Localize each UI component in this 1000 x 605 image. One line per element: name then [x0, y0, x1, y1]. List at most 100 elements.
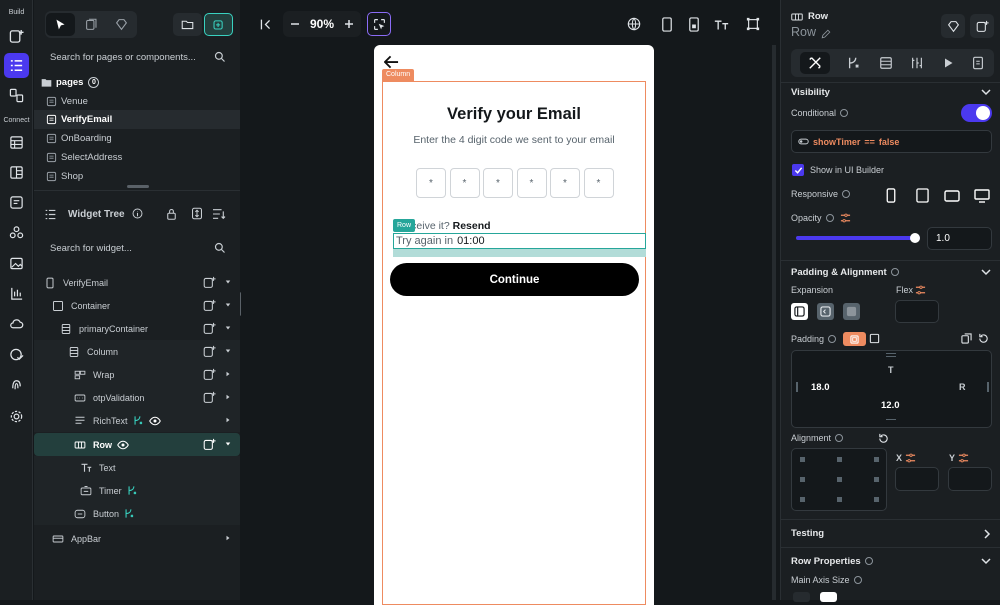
add-widget-icon[interactable] — [4, 24, 29, 49]
row-selected[interactable]: Try again in 01:00 — [393, 233, 646, 249]
lock-icon[interactable] — [166, 208, 177, 220]
widget-search-input[interactable]: Search for widget... — [41, 237, 234, 259]
alignment-y-input[interactable] — [948, 467, 992, 491]
padding-left-value[interactable]: 18.0 — [811, 382, 830, 393]
phone-preview-icon[interactable] — [655, 12, 679, 36]
canvas-scrollbar[interactable] — [772, 45, 776, 600]
documentation-tab-icon[interactable] — [971, 56, 985, 70]
add-child-icon[interactable] — [203, 368, 216, 381]
otp-digit-4[interactable]: * — [516, 168, 547, 198]
generate-children-tab-icon[interactable] — [910, 56, 924, 70]
tree-node-wrap[interactable]: Wrap — [34, 363, 240, 386]
zoom-level[interactable]: 90% — [310, 17, 334, 31]
padding-right-handle[interactable] — [987, 382, 989, 392]
otp-digit-2[interactable]: * — [449, 168, 480, 198]
storyboard-icon[interactable] — [4, 83, 29, 108]
add-page-icon[interactable] — [204, 13, 233, 36]
info-icon[interactable] — [835, 434, 844, 442]
zoom-out-icon[interactable] — [290, 19, 300, 29]
add-child-icon[interactable] — [203, 391, 216, 404]
main-axis-min-icon[interactable] — [793, 592, 810, 602]
tree-node-primarycontainer[interactable]: primaryContainer — [34, 317, 240, 340]
variable-binding-icon[interactable] — [915, 285, 926, 295]
conditional-toggle[interactable] — [961, 104, 992, 122]
add-child-icon[interactable] — [203, 276, 216, 289]
expansion-flexible-icon[interactable] — [817, 303, 834, 320]
resend-link[interactable]: Resend — [453, 220, 491, 232]
fingerprint-icon[interactable] — [4, 372, 29, 397]
tree-node-timer[interactable]: Timer — [34, 479, 240, 502]
reset-icon[interactable] — [878, 433, 889, 444]
info-icon[interactable] — [828, 335, 837, 343]
eye-icon[interactable] — [117, 440, 129, 450]
diamond-icon[interactable] — [107, 13, 136, 36]
chevron-down-icon[interactable] — [225, 441, 231, 447]
chevron-right-icon[interactable] — [225, 394, 231, 400]
tablet-landscape-icon[interactable] — [944, 190, 960, 202]
variable-binding-icon[interactable] — [905, 453, 916, 463]
flex-input[interactable] — [895, 300, 939, 323]
text-scale-icon[interactable] — [709, 12, 733, 36]
padding-all-sides-icon[interactable] — [843, 332, 866, 346]
chevron-down-icon[interactable] — [981, 269, 991, 276]
opacity-slider-knob[interactable] — [910, 233, 920, 243]
chevron-down-icon[interactable] — [225, 302, 231, 308]
widget-name[interactable]: Row — [791, 25, 816, 39]
padding-right-value[interactable]: R — [959, 382, 966, 392]
page-item-venue[interactable]: Venue — [34, 92, 240, 111]
gear-icon[interactable] — [4, 404, 29, 429]
chevron-right-icon[interactable] — [984, 529, 991, 539]
chevron-right-icon[interactable] — [225, 417, 231, 423]
padding-uniform-icon[interactable] — [869, 333, 880, 344]
otp-digit-5[interactable]: * — [550, 168, 580, 198]
diamond-icon[interactable] — [941, 14, 965, 38]
tree-node-otpvalidation[interactable]: otpValidation — [34, 386, 240, 409]
alignment-x-input[interactable] — [895, 467, 939, 491]
main-axis-max-icon[interactable] — [820, 592, 837, 602]
info-icon[interactable] — [842, 190, 851, 198]
continue-button[interactable]: Continue — [390, 263, 639, 296]
opacity-input[interactable]: 1.0 — [927, 227, 992, 250]
settings-check-icon[interactable] — [4, 342, 29, 367]
show-in-builder-checkbox[interactable] — [792, 164, 804, 176]
chevron-down-icon[interactable] — [981, 558, 991, 565]
tree-node-richtext[interactable]: RichText — [34, 409, 240, 432]
actions-tab-icon[interactable] — [847, 56, 861, 70]
page-search-input[interactable]: Search for pages or components... — [41, 46, 234, 68]
opacity-slider-track[interactable] — [796, 233, 920, 243]
expand-collapse-icon[interactable] — [191, 207, 203, 220]
padding-bottom-handle[interactable] — [886, 419, 896, 423]
chevron-down-icon[interactable] — [225, 279, 231, 285]
back-arrow-icon[interactable] — [384, 55, 399, 69]
expansion-expanded-icon[interactable] — [843, 303, 860, 320]
cloud-icon[interactable] — [4, 311, 29, 336]
page-item-onboarding[interactable]: OnBoarding — [34, 129, 240, 148]
theme-icon[interactable] — [4, 281, 29, 306]
chevron-right-icon[interactable] — [225, 371, 231, 377]
add-child-icon[interactable] — [203, 438, 216, 451]
expansion-default-icon[interactable] — [791, 303, 808, 320]
page-item-shop[interactable]: Shop — [34, 167, 240, 186]
edit-pencil-icon[interactable] — [821, 29, 831, 39]
otp-digit-1[interactable]: * — [416, 168, 446, 198]
testing-title[interactable]: Testing — [791, 528, 824, 539]
chevron-right-icon[interactable] — [225, 535, 231, 541]
device-settings-icon[interactable] — [682, 12, 706, 36]
chevron-down-icon[interactable] — [225, 348, 231, 354]
info-icon[interactable] — [853, 576, 862, 584]
tree-node-button[interactable]: Button — [34, 502, 240, 525]
collapse-panel-icon[interactable] — [253, 12, 277, 36]
info-icon[interactable] — [890, 268, 899, 276]
eye-icon[interactable] — [148, 416, 161, 426]
app-state-icon[interactable] — [4, 160, 29, 185]
filter-icon[interactable] — [212, 208, 226, 220]
padding-top-handle[interactable] — [886, 353, 896, 357]
desktop-visibility-icon[interactable] — [974, 189, 990, 203]
backend-query-tab-icon[interactable] — [879, 56, 893, 70]
info-icon[interactable] — [825, 214, 834, 222]
tools-tab-icon[interactable] — [799, 52, 830, 74]
tree-node-container[interactable]: Container — [34, 294, 240, 317]
chevron-down-icon[interactable] — [225, 325, 231, 331]
zoom-in-icon[interactable] — [344, 19, 354, 29]
padding-bottom-value[interactable]: 12.0 — [881, 400, 900, 411]
